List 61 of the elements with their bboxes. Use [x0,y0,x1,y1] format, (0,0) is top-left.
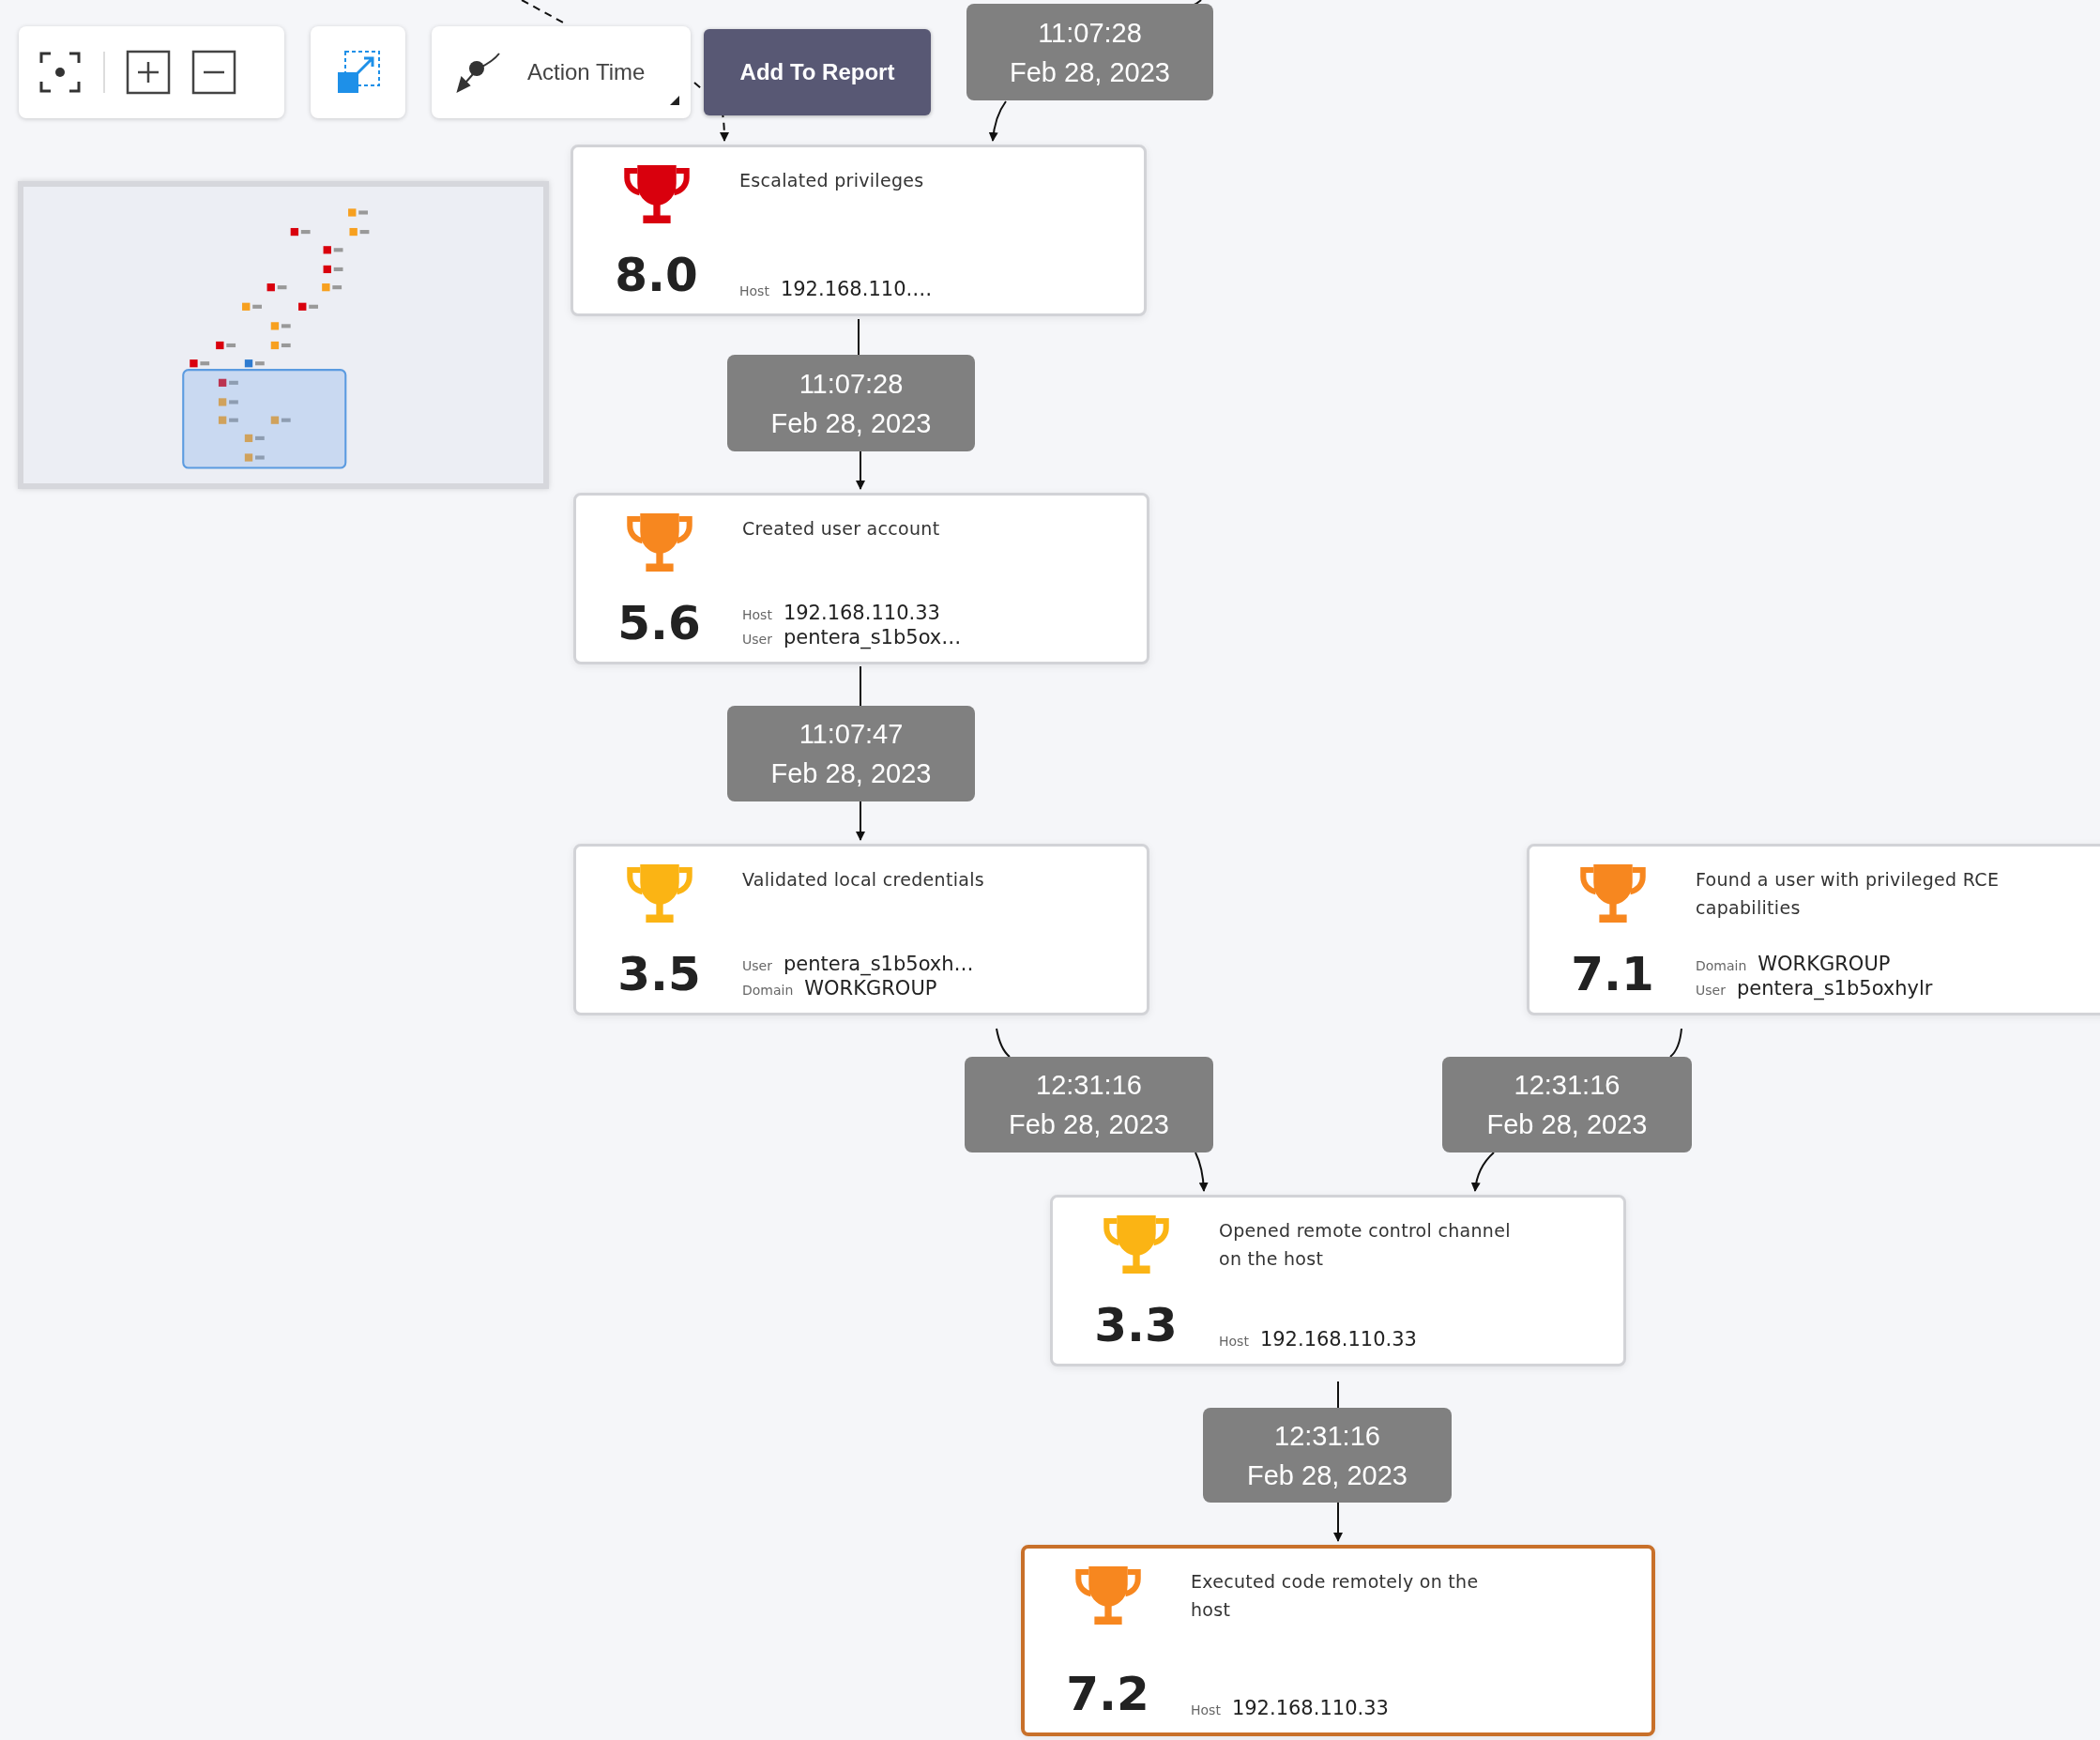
field-value: pentera_s1b5oxhylr [1736,977,1933,1000]
timestamp-label: 11:07:47 Feb 28, 2023 [727,706,975,801]
field-label: Host [1191,1702,1221,1717]
field-label: Domain [742,983,794,998]
field-label: User [742,958,772,973]
connector-line [1337,1381,1339,1409]
field-label: Host [739,283,769,298]
field-label: User [742,632,772,647]
field-label: Host [1219,1334,1249,1349]
attack-step-card[interactable]: 3.5 Validated local credentials User pentera_s1b5oxh… Domain WORKGROUP [573,844,1149,1015]
zoom-out-icon[interactable] [191,50,236,95]
score: 7.1 [1571,951,1654,998]
field-label: User [1696,983,1726,998]
arrow [988,100,1007,142]
field-value: pentera_s1b5ox… [783,626,962,649]
step-title: Escalated privileges [739,169,925,192]
step-title: Opened remote control channel on the host [1219,1219,1512,1271]
score: 5.6 [617,600,701,647]
attack-step-card[interactable]: 3.3 Opened remote control channel on the host Host 192.168.110.33 [1050,1195,1626,1366]
attack-step-card[interactable]: 5.6 Created user account Host 192.168.110.33 User pentera_s1b5ox… [573,493,1149,664]
score: 8.0 [615,252,698,298]
score: 3.5 [617,951,701,998]
arrow [856,801,865,841]
field-value: pentera_s1b5oxh… [783,953,974,975]
attack-step-card[interactable]: 7.2 Executed code remotely on the host Host 192.168.110.33 [1021,1545,1655,1736]
focus-icon[interactable] [38,50,83,95]
arrow [856,450,865,490]
timestamp-label: 11:07:28 Feb 28, 2023 [966,4,1213,100]
field-value: 192.168.110.… [780,278,933,300]
connector-line [858,318,860,356]
arrow [1195,1152,1209,1192]
resize-icon[interactable] [335,50,381,95]
attack-step-card[interactable]: 8.0 Escalated privileges Host 192.168.110.… [571,145,1147,316]
connector-line [996,1028,1011,1058]
timestamp-label: 12:31:16 Feb 28, 2023 [1203,1408,1452,1503]
connector-line [1669,1028,1682,1058]
zoom-in-icon[interactable] [126,50,171,95]
dashed-line [521,0,564,23]
field-value: WORKGROUP [804,977,937,1000]
score: 3.3 [1094,1302,1178,1349]
timestamp-label: 12:31:16 Feb 28, 2023 [965,1057,1213,1152]
field-label: Domain [1696,958,1747,973]
step-title: Validated local credentials [742,868,985,892]
field-value: WORKGROUP [1758,953,1891,975]
step-title: Created user account [742,517,941,541]
field-value: 192.168.110.33 [1259,1328,1417,1351]
field-label: Host [742,607,772,622]
field-value: 192.168.110.33 [783,602,940,624]
field-value: 192.168.110.33 [1231,1697,1389,1719]
timestamp-label: 11:07:28 Feb 28, 2023 [727,355,975,451]
action-time-dropdown[interactable]: Action Time [432,26,691,118]
timestamp-label: 12:31:16 Feb 28, 2023 [1442,1057,1692,1152]
connector-line [860,665,861,707]
step-title: Found a user with privileged RCE capabilities [1696,868,2001,920]
caret-icon [670,96,679,105]
attack-step-card[interactable]: 7.1 Found a user with privileged RCE capabilities Domain WORKGROUP User pentera_s1b5oxhylr [1527,844,2100,1015]
add-to-report-button[interactable]: Add To Report [704,29,931,115]
step-title: Executed code remotely on the host [1191,1570,1480,1622]
arrow [1333,1502,1343,1542]
score: 7.2 [1066,1671,1149,1717]
arrow [1471,1152,1495,1192]
